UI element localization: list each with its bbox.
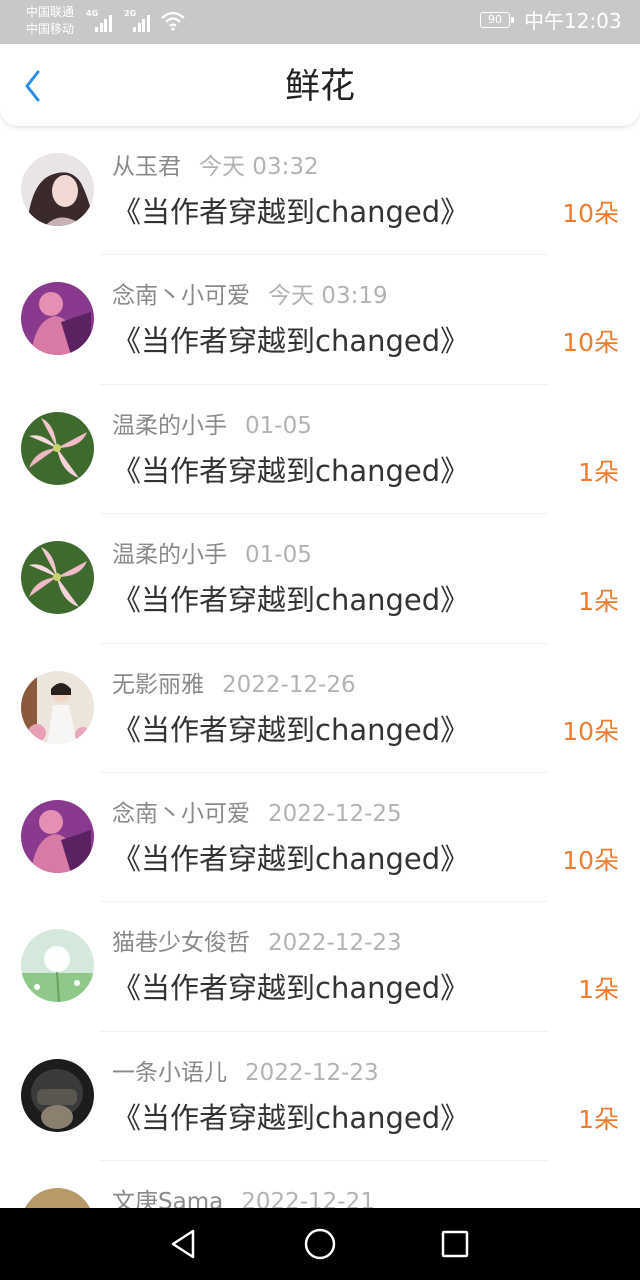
signal-strength-icon: 2G <box>124 10 152 32</box>
pink-lily-avatar <box>21 541 94 615</box>
user-avatar[interactable] <box>21 541 94 615</box>
work-title[interactable]: 《当作者穿越到changed》 <box>112 1098 469 1138</box>
flower-count: 10朵 <box>562 328 619 358</box>
status-bar: 中国联通 中国移动 4G 2G 90 中午12:03 <box>0 0 640 44</box>
wifi-icon <box>161 11 185 31</box>
list-item[interactable]: 温柔的小手 01-05 《当作者穿越到changed》 1朵 <box>0 385 640 515</box>
helmet-cat-avatar <box>21 1058 94 1132</box>
flower-count: 10朵 <box>562 199 619 228</box>
circle-home-icon <box>304 1228 336 1260</box>
username[interactable]: 从玉君 <box>112 154 181 180</box>
carrier-2: 中国移动 <box>26 22 75 36</box>
page-title: 鲜花 <box>284 67 355 107</box>
carrier-labels: 中国联通 中国移动 <box>26 4 74 38</box>
flower-count: 10朵 <box>562 845 619 875</box>
list-item[interactable]: 一条小语儿 2022-12-23 《当作者穿越到changed》 1朵 <box>0 1032 640 1162</box>
work-title[interactable]: 《当作者穿越到changed》 <box>112 710 469 750</box>
username[interactable]: 温柔的小手 <box>112 542 227 568</box>
username[interactable]: 一条小语儿 <box>112 1060 227 1086</box>
triangle-back-icon <box>171 1229 195 1259</box>
gift-time: 2022-12-25 <box>268 800 402 827</box>
nav-recents-button[interactable] <box>435 1224 475 1264</box>
list-item[interactable]: 无影丽雅 2022-12-26 《当作者穿越到changed》 10朵 <box>0 644 640 774</box>
list-item[interactable]: 文庚Sama 2022-12-21 <box>0 1161 640 1208</box>
carrier-1: 中国联通 <box>26 5 75 19</box>
portrait-avatar <box>21 153 94 226</box>
list-item[interactable]: 温柔的小手 01-05 《当作者穿越到changed》 1朵 <box>0 514 640 644</box>
username[interactable]: 念南丶小可爱 <box>112 801 250 827</box>
girl-flowers-avatar <box>21 670 94 744</box>
work-title[interactable]: 《当作者穿越到changed》 <box>112 451 469 491</box>
flower-count: 1朵 <box>578 1104 619 1134</box>
user-avatar[interactable] <box>21 1058 94 1132</box>
gift-time: 2022-12-23 <box>245 1059 379 1086</box>
flower-count: 1朵 <box>578 587 619 617</box>
list-item[interactable]: 念南丶小可爱 今天 03:19 《当作者穿越到changed》 10朵 <box>0 255 640 386</box>
work-title[interactable]: 《当作者穿越到changed》 <box>112 968 469 1008</box>
title-bar: 鲜花 <box>0 44 640 126</box>
square-recents-icon <box>441 1230 469 1258</box>
username[interactable]: 温柔的小手 <box>112 413 227 439</box>
list-item[interactable]: 猫巷少女俊哲 2022-12-23 《当作者穿越到changed》 1朵 <box>0 902 640 1033</box>
username[interactable]: 文庚Sama <box>112 1189 223 1208</box>
username[interactable]: 念南丶小可爱 <box>112 283 250 309</box>
gift-time: 今天 03:19 <box>268 283 388 310</box>
nav-back-button[interactable] <box>163 1224 203 1264</box>
user-avatar[interactable] <box>21 799 94 873</box>
user-avatar[interactable] <box>21 929 94 1003</box>
gift-time: 01-05 <box>245 412 312 439</box>
signal-strength-icon: 4G <box>86 10 114 32</box>
list-item[interactable]: 从玉君 今天 03:32 《当作者穿越到changed》 10朵 <box>0 126 640 256</box>
status-time: 中午12:03 <box>524 9 622 33</box>
gift-time: 2022-12-23 <box>268 930 402 957</box>
battery-icon: 90 <box>480 12 514 28</box>
user-avatar[interactable] <box>21 153 94 226</box>
work-title[interactable]: 《当作者穿越到changed》 <box>112 839 469 879</box>
work-title[interactable]: 《当作者穿越到changed》 <box>112 580 469 620</box>
nav-home-button[interactable] <box>300 1224 340 1264</box>
work-title[interactable]: 《当作者穿越到changed》 <box>112 321 469 361</box>
work-title[interactable]: 《当作者穿越到changed》 <box>112 192 469 232</box>
system-nav-bar <box>0 1208 640 1280</box>
gift-time: 2022-12-21 <box>241 1189 375 1208</box>
battery-level: 90 <box>488 13 502 26</box>
flower-list: 从玉君 今天 03:32 《当作者穿越到changed》 10朵 念南丶小可爱 今天… <box>0 126 640 1208</box>
user-avatar[interactable] <box>21 670 94 744</box>
gift-time: 2022-12-26 <box>222 671 356 698</box>
dandelion-avatar <box>21 929 94 1003</box>
user-avatar[interactable] <box>21 1188 94 1208</box>
purple-character-avatar <box>21 282 94 356</box>
username[interactable]: 无影丽雅 <box>112 672 204 698</box>
user-avatar[interactable] <box>21 411 94 485</box>
pink-lily-avatar <box>21 411 94 485</box>
flower-count: 1朵 <box>578 975 619 1005</box>
gift-time: 今天 03:32 <box>199 154 319 180</box>
user-avatar[interactable] <box>21 282 94 356</box>
purple-character-avatar <box>21 799 94 873</box>
flower-count: 10朵 <box>562 716 619 746</box>
gift-time: 01-05 <box>245 542 312 569</box>
list-item[interactable]: 念南丶小可爱 2022-12-25 《当作者穿越到changed》 10朵 <box>0 773 640 903</box>
flower-count: 1朵 <box>578 457 619 487</box>
brown-avatar <box>21 1188 94 1208</box>
username[interactable]: 猫巷少女俊哲 <box>112 930 250 956</box>
